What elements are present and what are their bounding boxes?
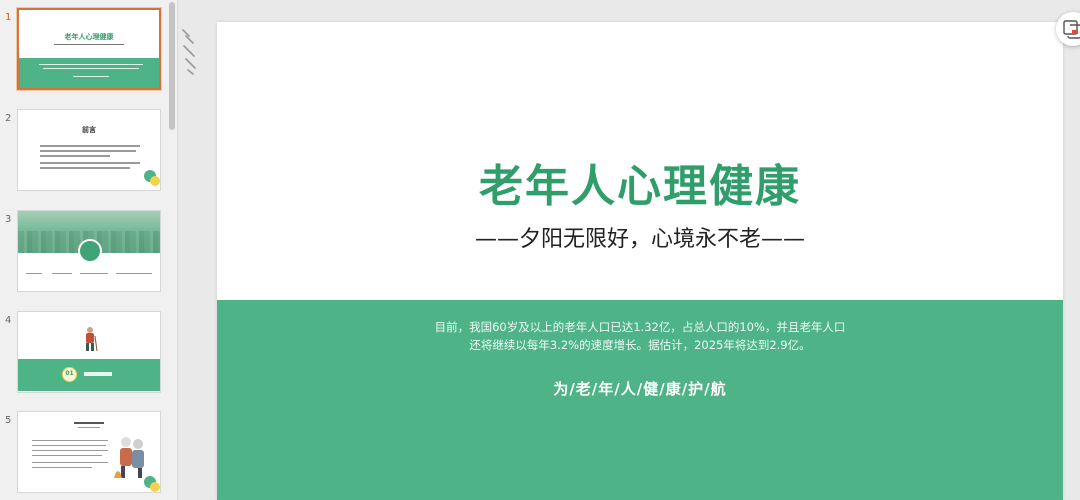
thumbnail-title: 前言 (82, 126, 96, 134)
thumbnail-scrollbar[interactable] (169, 2, 175, 130)
thumbnail-number: 4 (5, 315, 12, 326)
decoration-circle (150, 176, 160, 186)
thumbnail-number: 3 (5, 214, 12, 225)
thumbnail-slide-1[interactable]: 老年人心理健康 (17, 8, 161, 90)
thumbnail-row-2[interactable]: 2 前言 (0, 109, 170, 193)
slide-thumbnail-panel: 1 老年人心理健康 2 前言 3 4 01 5 (0, 0, 178, 500)
thumbnail-slide-4[interactable]: 01 (17, 311, 161, 393)
thumbnail-center-circle (78, 239, 102, 263)
slide-body-line-1[interactable]: 目前，我国60岁及以上的老年人口已达1.32亿，占总人口的10%，并且老年人口 (217, 318, 1063, 336)
thumbnail-number: 1 (5, 12, 12, 23)
thumbnail-row-3[interactable]: 3 (0, 210, 170, 294)
thumbnail-title: 老年人心理健康 (64, 33, 114, 41)
thumbnail-row-1[interactable]: 1 老年人心理健康 (0, 8, 170, 92)
elderly-figure-illustration (86, 327, 98, 352)
thumbnail-number: 5 (5, 415, 12, 426)
thumbnail-row-5[interactable]: 5 (0, 411, 170, 495)
slide-title[interactable]: 老年人心理健康 (217, 150, 1063, 214)
pen-icon[interactable] (180, 26, 200, 76)
screen-capture-icon (1063, 20, 1080, 39)
thumbnail-slide-5[interactable] (17, 411, 161, 493)
screen-capture-button[interactable] (1056, 12, 1080, 46)
thumbnail-row-4[interactable]: 4 01 (0, 311, 170, 395)
thumbnail-slide-2[interactable]: 前言 (17, 109, 161, 191)
section-number-badge: 01 (62, 367, 77, 382)
elderly-couple-illustration (114, 437, 144, 478)
thumbnail-slide-3[interactable] (17, 210, 161, 292)
thumbnail-number: 2 (5, 113, 12, 124)
thumbnail-subtitle (19, 43, 159, 47)
slide-body-line-2[interactable]: 还将继续以每年3.2%的速度增长。据估计，2025年将达到2.9亿。 (217, 336, 1063, 354)
slide-slogan[interactable]: 为/老/年/人/健/康/护/航 (217, 378, 1063, 399)
thumbnail-band (19, 58, 159, 88)
main-slide-canvas[interactable]: 老年人心理健康 ——夕阳无限好，心境永不老—— 目前，我国60岁及以上的老年人口… (217, 22, 1063, 500)
slide-subtitle[interactable]: ——夕阳无限好，心境永不老—— (217, 221, 1063, 253)
